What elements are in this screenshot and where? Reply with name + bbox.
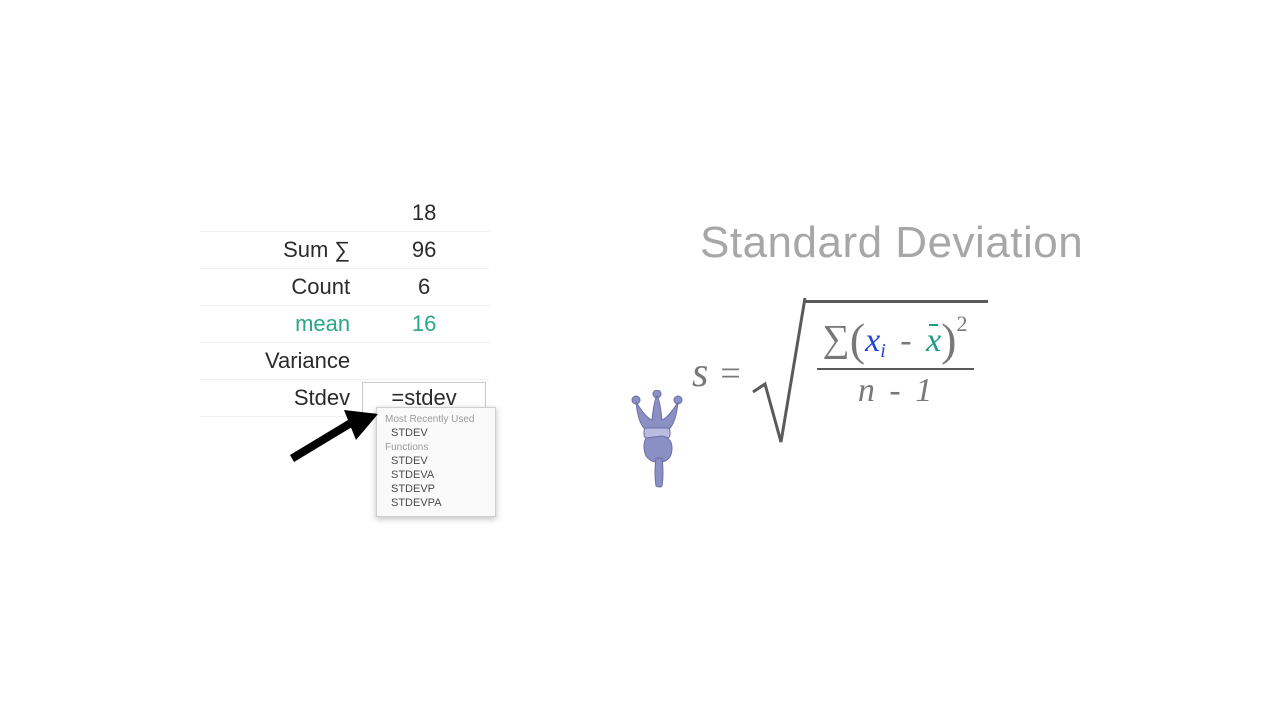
suggestion-item[interactable]: STDEV [377,426,495,440]
cell-value[interactable]: 18 [358,195,490,232]
suggestion-item[interactable]: STDEVP [377,482,495,496]
jester-hand-icon [622,390,692,495]
stdev-formula: s = ∑(xi - x)2 n - 1 [692,300,988,446]
formula-i: i [880,340,886,362]
arrow-icon [290,410,385,485]
suggestion-header-recent: Most Recently Used [377,412,495,426]
function-suggestion-dropdown[interactable]: Most Recently Used STDEV Functions STDEV… [376,407,496,517]
cell-value-variance[interactable] [358,343,490,380]
radical-icon [751,296,807,446]
suggestion-item[interactable]: STDEVA [377,468,495,482]
cell-label [200,195,358,232]
formula-title: Standard Deviation [700,218,1083,268]
cell-label-sum: Sum ∑ [200,232,358,269]
cell-label-mean: mean [200,306,358,343]
formula-x: x [865,322,880,359]
suggestion-item[interactable]: STDEV [377,454,495,468]
spreadsheet-table: 18 Sum ∑ 96 Count 6 mean 16 Variance Std… [200,195,490,599]
cell-label-count: Count [200,269,358,306]
formula-minus: - [894,322,917,359]
cell-value-count[interactable]: 6 [358,269,490,306]
formula-eq: = [720,352,750,394]
formula-lparen: ( [850,314,865,365]
suggestion-item[interactable]: STDEVPA [377,496,495,510]
formula-minus2: - [883,372,906,409]
formula-xbar: x [926,322,941,359]
cell-value-sum[interactable]: 96 [358,232,490,269]
formula-s: s [692,349,720,397]
formula-sq: 2 [957,311,968,336]
cell-value-mean[interactable]: 16 [358,306,490,343]
formula-n: n [858,372,875,409]
suggestion-header-functions: Functions [377,440,495,454]
cell-label-variance: Variance [200,343,358,380]
formula-sigma: ∑ [823,318,850,360]
formula-rparen: ) [941,314,956,365]
formula-one: 1 [915,372,932,409]
